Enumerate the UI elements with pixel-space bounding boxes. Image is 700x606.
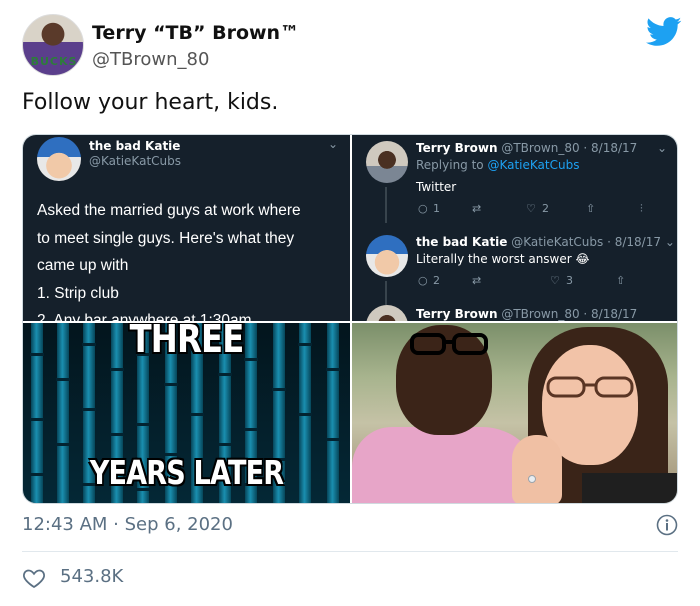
- tweet-line: 2. Any bar anywhere at 1:30am: [37, 312, 252, 321]
- twitter-bird-icon[interactable]: [646, 16, 682, 48]
- retweet-icon: ⇄: [472, 274, 482, 287]
- tweet-line: Asked the married guys at work where: [37, 202, 301, 219]
- replying-to-handle: @KatieKatCubs: [487, 158, 580, 172]
- reply1-replying-to: Replying to @KatieKatCubs: [416, 158, 579, 172]
- divider: [22, 551, 678, 552]
- reply2-header: the bad Katie @KatieKatCubs · 8/18/17 ⌄: [416, 235, 675, 249]
- man-glasses: [410, 333, 488, 355]
- media-engagement-photo[interactable]: [352, 323, 677, 503]
- thread-line: [385, 187, 387, 223]
- chevron-down-icon: ⌄: [664, 235, 675, 249]
- retweet-icon: ⇄: [472, 202, 482, 215]
- reply2-name: the bad Katie: [416, 235, 508, 249]
- tweet-header: BUCKS Terry “TB” Brown™ @TBrown_80: [22, 14, 682, 78]
- media-three-years-later-meme[interactable]: THREE YEARS LATER: [23, 323, 350, 503]
- reply-icon: ○: [418, 202, 428, 215]
- avatar-jersey-text: BUCKS: [30, 55, 78, 68]
- woman-top: [582, 473, 677, 503]
- like-count: 3: [566, 274, 573, 287]
- reply2-actions: ○ 2 ⇄ ♡ 3 ⇧: [416, 274, 666, 290]
- tweet-line: 1. Strip club: [37, 284, 119, 302]
- katie-tweet-body: Asked the married guys at work where to …: [37, 197, 347, 321]
- heart-icon[interactable]: [22, 566, 46, 590]
- chevron-down-icon: ⌄: [656, 141, 667, 155]
- info-icon[interactable]: [656, 514, 678, 536]
- media-katie-tweet[interactable]: the bad Katie @KatieKatCubs ⌄ Asked the …: [23, 135, 350, 321]
- meme-caption-top: THREE: [129, 323, 245, 361]
- woman-glasses: [546, 376, 634, 398]
- reply3-meta: @TBrown_80 · 8/18/17: [501, 307, 638, 321]
- author-avatar[interactable]: BUCKS: [22, 14, 84, 76]
- terry-avatar: [366, 305, 408, 321]
- like-count: 2: [542, 202, 549, 215]
- like-count[interactable]: 543.8K: [60, 566, 123, 587]
- katie-avatar: [366, 235, 408, 277]
- reply1-text: Twitter: [416, 180, 457, 194]
- author-handle[interactable]: @TBrown_80: [92, 49, 209, 70]
- reply2-meta: @KatieKatCubs · 8/18/17: [511, 235, 661, 249]
- share-icon: ⇧: [616, 274, 626, 287]
- tweet-line: came up with: [37, 257, 129, 274]
- reply1-actions: ○ 1 ⇄ ♡ 2 ⇧ ⫶: [416, 202, 666, 218]
- reply1-meta: @TBrown_80 · 8/18/17: [501, 141, 638, 155]
- katie-handle: @KatieKatCubs: [89, 154, 182, 168]
- author-display-name[interactable]: Terry “TB” Brown™: [92, 22, 299, 44]
- reply2-text: Literally the worst answer 😂: [416, 252, 590, 266]
- share-icon: ⇧: [586, 202, 596, 215]
- reply-count: 1: [433, 202, 440, 215]
- meme-caption-bottom: YEARS LATER: [89, 453, 284, 492]
- reply3-header: Terry Brown @TBrown_80 · 8/18/17: [416, 307, 637, 321]
- thread-line: [385, 281, 387, 305]
- terry-avatar: [366, 141, 408, 183]
- reply-icon: ○: [418, 274, 428, 287]
- hand: [512, 435, 562, 503]
- reply1-name: Terry Brown: [416, 141, 498, 155]
- katie-avatar: [37, 137, 81, 181]
- katie-name: the bad Katie: [89, 139, 181, 153]
- tweet-text: Follow your heart, kids.: [22, 90, 279, 115]
- media-reply-thread[interactable]: Terry Brown @TBrown_80 · 8/18/17 Replyin…: [352, 135, 677, 321]
- like-icon: ♡: [526, 202, 536, 215]
- reply-count: 2: [433, 274, 440, 287]
- chevron-down-icon: ⌄: [327, 137, 338, 151]
- analytics-icon: ⫶: [640, 202, 643, 215]
- engagement-ring: [528, 475, 536, 483]
- reply1-header: Terry Brown @TBrown_80 · 8/18/17: [416, 141, 637, 155]
- like-icon: ♡: [550, 274, 560, 287]
- tweet-line: to meet single guys. Here's what they: [37, 229, 295, 247]
- tweet-timestamp[interactable]: 12:43 AM · Sep 6, 2020: [22, 514, 233, 535]
- reply3-name: Terry Brown: [416, 307, 498, 321]
- tweet-media-grid[interactable]: the bad Katie @KatieKatCubs ⌄ Asked the …: [22, 134, 678, 504]
- replying-to-label: Replying to: [416, 158, 488, 172]
